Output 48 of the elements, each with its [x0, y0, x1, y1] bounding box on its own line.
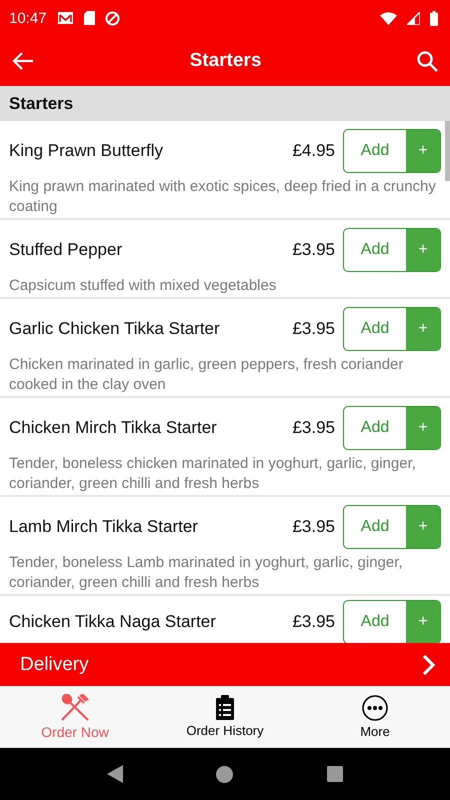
add-button[interactable]: Add + — [343, 505, 441, 549]
scrollbar — [445, 121, 450, 181]
recents-nav-icon[interactable] — [327, 766, 344, 782]
mail-icon — [56, 11, 74, 25]
delivery-button[interactable]: Delivery — [0, 643, 450, 686]
clipboard-icon — [216, 695, 234, 720]
item-price: £3.95 — [292, 612, 335, 632]
item-description: King prawn marinated with exotic spices, deep fried in a crunchy coating — [9, 177, 437, 217]
item-price: £3.95 — [292, 517, 335, 537]
item-name: Garlic Chicken Tikka Starter — [9, 319, 221, 339]
cutlery-icon — [61, 694, 89, 720]
item-description: Tender, boneless chicken marinated in yoghurt, garlic, ginger, coriander, green chilli and fresh herbs — [9, 454, 417, 494]
status-time: 10:47 — [9, 10, 47, 26]
back-nav-icon[interactable] — [106, 765, 123, 783]
signal-icon — [407, 12, 420, 24]
wifi-icon — [380, 12, 397, 24]
item-description: Chicken marinated in garlic, green peppers, fresh coriander cooked in the clay oven — [9, 355, 404, 395]
nav-tab[interactable]: Order History — [150, 686, 300, 747]
more-icon — [362, 694, 388, 720]
search-icon — [417, 50, 438, 72]
add-button[interactable]: Add + — [343, 406, 441, 450]
nav-tab[interactable]: Order Now — [0, 686, 150, 747]
item-description: Tender, boneless Lamb marinated in yoghurt, garlic, ginger, coriander, green chilli and fresh herbs — [9, 553, 404, 593]
add-button[interactable]: Add + — [343, 600, 441, 643]
item-name: Lamb Mirch Tikka Starter — [9, 517, 199, 537]
item-name: Chicken Mirch Tikka Starter — [9, 418, 218, 438]
blocked-icon — [104, 10, 120, 26]
chevron-right-icon — [422, 654, 436, 676]
home-nav-icon[interactable] — [216, 766, 234, 782]
item-price: £3.95 — [292, 319, 335, 339]
item-name: Stuffed Pepper — [9, 240, 124, 260]
back-button[interactable] — [12, 51, 34, 71]
nav-tab[interactable]: More — [300, 686, 450, 747]
item-price: £3.95 — [292, 418, 335, 438]
search-button[interactable] — [417, 50, 438, 72]
item-name: Chicken Tikka Naga Starter — [9, 612, 217, 632]
add-button[interactable]: Add + — [343, 228, 441, 272]
add-button[interactable]: Add + — [343, 307, 441, 351]
battery-icon — [430, 10, 438, 26]
add-button[interactable]: Add + — [343, 129, 441, 173]
back-arrow-icon — [12, 51, 34, 71]
item-price: £4.95 — [292, 141, 335, 161]
sd-card-icon — [84, 11, 95, 25]
item-price: £3.95 — [292, 240, 335, 260]
item-description: Capsicum stuffed with mixed vegetables — [9, 276, 278, 296]
section-header: Starters — [0, 86, 450, 121]
page-title: Starters — [188, 50, 262, 72]
item-name: King Prawn Butterfly — [9, 141, 164, 161]
